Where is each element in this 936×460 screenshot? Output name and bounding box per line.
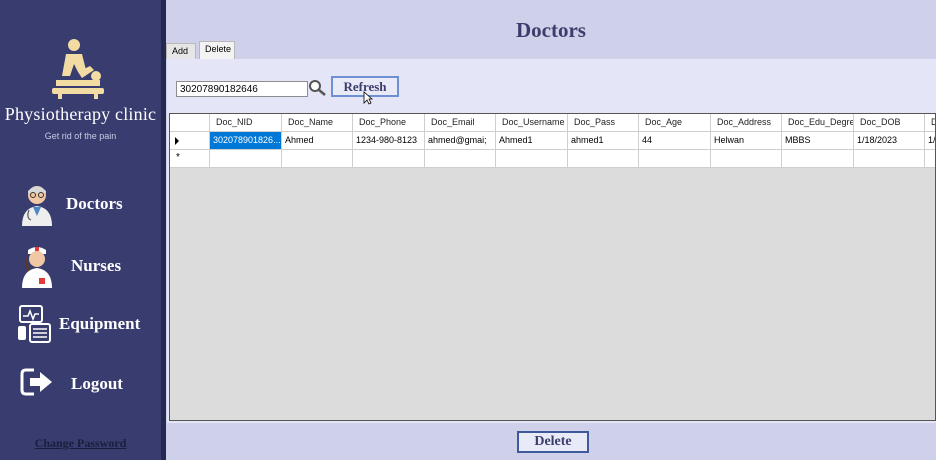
grid-cell[interactable] [210, 150, 282, 168]
delete-button[interactable]: Delete [517, 431, 589, 453]
column-header[interactable]: Doc_Address [711, 114, 782, 132]
grid-cell[interactable]: 1/18/2023 [854, 132, 925, 150]
nav-logout-label: Logout [71, 374, 123, 393]
nav-doctors[interactable]: Doctors [14, 182, 154, 226]
nurse-icon [22, 247, 52, 288]
nav-logout[interactable]: Logout [14, 362, 154, 406]
sidebar: Physiotherapy clinic Get rid of the pain… [0, 0, 161, 460]
row-selector[interactable] [170, 132, 210, 150]
search-input[interactable] [176, 81, 308, 97]
row-selector[interactable]: * [170, 150, 210, 168]
grid-cell[interactable] [568, 150, 639, 168]
column-header[interactable]: Doc_Age [639, 114, 711, 132]
grid-cell[interactable] [496, 150, 568, 168]
grid-cell[interactable]: 44 [639, 132, 711, 150]
grid-cell[interactable]: Ahmed [282, 132, 353, 150]
grid-cell[interactable]: ahmed@gmai; [425, 132, 496, 150]
column-header[interactable]: Doc_NID [210, 114, 282, 132]
search-icon[interactable] [307, 78, 327, 98]
current-row-indicator-icon [175, 137, 179, 145]
grid-cell[interactable] [854, 150, 925, 168]
column-header[interactable]: Doc_Phone [353, 114, 425, 132]
clinic-name: Physiotherapy clinic [4, 104, 157, 124]
grid-cell[interactable] [782, 150, 854, 168]
column-header[interactable]: Doc_Pass [568, 114, 639, 132]
grid-cell[interactable]: 302078901826... [210, 132, 282, 150]
grid-cell[interactable] [639, 150, 711, 168]
physiotherapy-logo-icon [52, 39, 104, 99]
doctor-icon [22, 186, 52, 226]
grid-cell[interactable] [425, 150, 496, 168]
new-row[interactable]: * [170, 150, 935, 168]
grid-cell[interactable]: Ahmed1 [496, 132, 568, 150]
grid-cell[interactable] [925, 150, 935, 168]
nav-doctors-label: Doctors [66, 194, 123, 213]
column-header[interactable]: Doc_Email [425, 114, 496, 132]
grid-cell[interactable]: 1/ [925, 132, 935, 150]
grid-cell[interactable]: Helwan [711, 132, 782, 150]
grid-cell[interactable] [282, 150, 353, 168]
nav-equipment-label: Equipment [59, 314, 141, 333]
table-row[interactable]: 302078901826... Ahmed 1234-980-8123 ahme… [170, 132, 935, 150]
grid-header-row: Doc_NID Doc_Name Doc_Phone Doc_Email Doc… [170, 114, 935, 132]
nav-equipment[interactable]: Equipment [14, 302, 154, 346]
column-header[interactable]: Doc_Edu_Degre [782, 114, 854, 132]
main-content: Doctors Add Delete Refresh Doc_NID Doc_N… [166, 0, 936, 460]
grid-cell[interactable]: 1234-980-8123 [353, 132, 425, 150]
page-title: Doctors [516, 18, 586, 42]
grid-cell[interactable] [711, 150, 782, 168]
column-header[interactable]: Doc_Username [496, 114, 568, 132]
grid-cell[interactable] [353, 150, 425, 168]
tab-delete[interactable]: Delete [199, 41, 235, 59]
change-password-link[interactable]: Change Password [0, 436, 161, 451]
nav-nurses[interactable]: Nurses [14, 244, 154, 288]
clinic-tagline: Get rid of the pain [44, 131, 117, 141]
mouse-cursor-icon [363, 91, 373, 105]
column-header[interactable]: D [925, 114, 935, 132]
tab-add[interactable]: Add [166, 43, 196, 59]
new-row-icon: * [176, 152, 180, 163]
row-header-corner [170, 114, 210, 132]
column-header[interactable]: Doc_DOB [854, 114, 925, 132]
logout-icon [20, 368, 52, 396]
equipment-icon [18, 305, 51, 343]
column-header[interactable]: Doc_Name [282, 114, 353, 132]
delete-tab-panel: Refresh Doc_NID Doc_Name Doc_Phone Doc_E… [167, 59, 936, 423]
grid-cell[interactable]: ahmed1 [568, 132, 639, 150]
grid-cell[interactable]: MBBS [782, 132, 854, 150]
doctors-data-grid[interactable]: Doc_NID Doc_Name Doc_Phone Doc_Email Doc… [169, 113, 936, 421]
nav-nurses-label: Nurses [71, 256, 122, 275]
